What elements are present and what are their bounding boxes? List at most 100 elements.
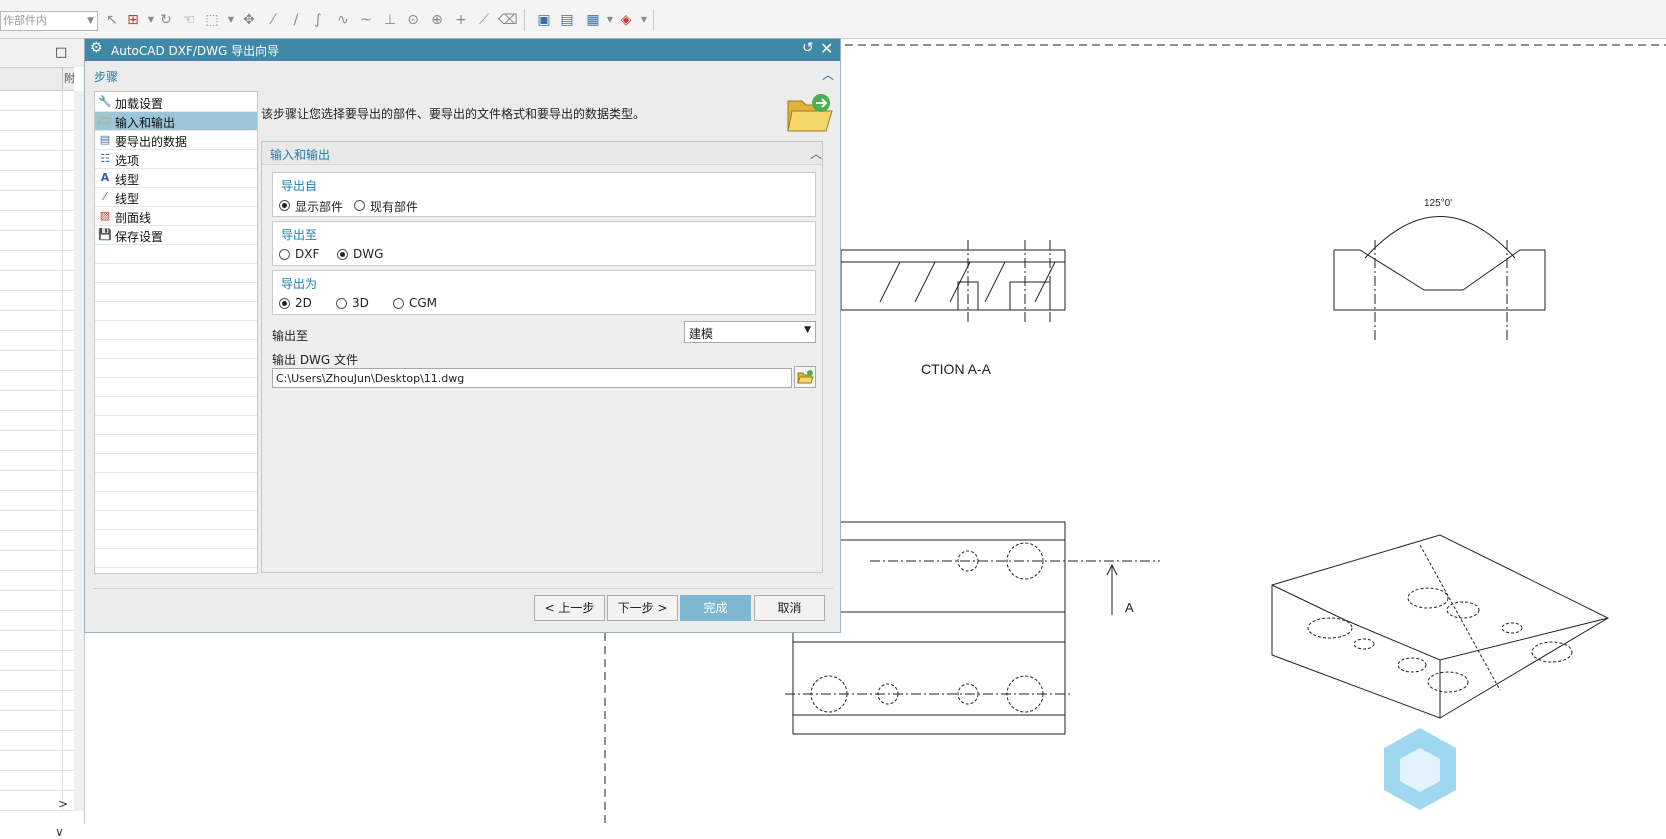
chevron-up-icon[interactable]: ︿	[822, 66, 834, 83]
close-icon[interactable]: ✕	[820, 39, 833, 58]
radio-label: DXF	[295, 247, 320, 261]
reset-icon[interactable]: ↺	[802, 40, 814, 56]
chevron-down-icon[interactable]: ▼	[635, 11, 653, 29]
chevron-up-icon[interactable]: ︿	[810, 145, 822, 162]
layer-icon[interactable]: ▦	[584, 11, 602, 29]
ribbon-strip	[0, 0, 1666, 4]
eraser-icon[interactable]: ⌫	[498, 11, 518, 29]
folder-icon: 🗁	[98, 114, 112, 127]
export-wizard-dialog: ⚙ AutoCAD DXF/DWG 导出向导 ↺ ✕ 步骤 ︿ 🔧 加载设置 🗁…	[84, 38, 841, 633]
chevron-right-icon[interactable]: >	[58, 797, 68, 811]
export-from-group: 导出自 显示部件 现有部件	[272, 172, 816, 217]
step-options[interactable]: ☷ 选项	[95, 150, 257, 169]
radio-label: 现有部件	[370, 200, 419, 214]
step-save-settings[interactable]: 💾 保存设置	[95, 226, 257, 245]
chevron-down-icon[interactable]: ▼	[222, 11, 240, 29]
folder-open-icon	[797, 370, 814, 384]
wrench-icon: 🔧	[98, 95, 112, 108]
dialog-title-bar[interactable]: ⚙ AutoCAD DXF/DWG 导出向导 ↺ ✕	[85, 39, 840, 61]
cancel-button[interactable]: 取消	[754, 595, 825, 621]
top-view	[785, 521, 1160, 735]
snap-point-icon[interactable]: ↖	[103, 11, 121, 29]
output-to-value: 建模	[689, 327, 714, 341]
chevron-down-icon[interactable]: ∨	[55, 825, 64, 839]
export-as-label: 导出为	[281, 277, 318, 291]
center-icon[interactable]: ⊕	[428, 11, 446, 29]
part-navigator: □ 附 > ∨	[0, 39, 85, 839]
navigator-scrollbar[interactable]	[74, 91, 84, 811]
back-button[interactable]: < 上一步	[534, 595, 605, 621]
export-to-label: 导出至	[281, 228, 318, 242]
step-linetype[interactable]: A 线型	[95, 169, 257, 188]
browse-button[interactable]	[794, 366, 816, 388]
column-divider[interactable]	[62, 67, 63, 89]
watermark-logo	[1384, 728, 1456, 810]
step-label: 加载设置	[115, 97, 164, 111]
radio-circle[interactable]	[337, 249, 348, 260]
line-icon[interactable]: ⁄	[264, 11, 282, 29]
cross-icon[interactable]: +	[452, 11, 470, 29]
steps-list: 🔧 加载设置 🗁 输入和输出 ▤ 要导出的数据 ☷ 选项 A 线型 ⁄ 线型 ▨…	[95, 93, 257, 245]
output-file-label: 输出 DWG 文件	[272, 353, 359, 367]
finish-button[interactable]: 完成	[680, 595, 751, 621]
export-from-label: 导出自	[281, 179, 318, 193]
section-header[interactable]: 输入和输出 ︿	[262, 142, 822, 165]
toolbar-separator	[524, 9, 525, 31]
view-section-icon[interactable]: ▤	[558, 11, 576, 29]
input-output-section: 输入和输出 ︿ 导出自 显示部件 现有部件 导出至 DXF DWG 导出为 2D…	[261, 141, 823, 573]
chevron-down-icon[interactable]: ▼	[87, 12, 94, 30]
slash-icon[interactable]: ⟋	[475, 11, 493, 29]
step-input-output[interactable]: 🗁 输入和输出	[95, 112, 257, 131]
step-line[interactable]: ⁄ 线型	[95, 188, 257, 207]
step-hatch[interactable]: ▨ 剖面线	[95, 207, 257, 226]
step-label: 线型	[115, 173, 140, 187]
dialog-title: AutoCAD DXF/DWG 导出向导	[111, 44, 280, 58]
curve-icon[interactable]: ~	[357, 11, 375, 29]
hatch-icon: ▨	[99, 209, 111, 222]
section-label: CTION A-A	[921, 361, 992, 377]
maximize-icon[interactable]: □	[55, 45, 67, 60]
output-file-input[interactable]	[272, 368, 792, 388]
steps-empty-rows	[95, 245, 257, 573]
display-icon[interactable]: ◈	[617, 11, 635, 29]
options-icon: ☷	[100, 152, 110, 165]
step-label: 输入和输出	[115, 116, 176, 130]
line-icon: ⁄	[104, 190, 106, 203]
chevron-down-icon[interactable]: ▼	[804, 325, 811, 335]
point-icon[interactable]: ⊥	[381, 11, 399, 29]
snap-options-icon[interactable]: ⊞	[124, 11, 142, 29]
step-label: 线型	[115, 192, 140, 206]
next-button[interactable]: 下一步 >	[607, 595, 678, 621]
export-as-group: 导出为 2D 3D CGM	[272, 270, 816, 315]
step-label: 剖面线	[115, 211, 152, 225]
rotate-icon[interactable]: ↻	[157, 11, 175, 29]
radio-circle[interactable]	[393, 298, 404, 309]
save-icon: 💾	[98, 228, 112, 241]
radio-circle[interactable]	[279, 200, 290, 211]
radio-circle[interactable]	[279, 298, 290, 309]
export-to-group: 导出至 DXF DWG	[272, 221, 816, 266]
output-to-select[interactable]: 建模 ▼	[684, 321, 816, 343]
circle-icon[interactable]: ⊙	[404, 11, 422, 29]
step-intro-text: 该步骤让您选择要导出的部件、要导出的文件格式和要导出的数据类型。	[261, 107, 646, 121]
selection-filter-combo[interactable]: 作部件内 ▼	[0, 11, 98, 31]
steps-header[interactable]: 步骤 ︿	[85, 61, 840, 89]
step-data-to-export[interactable]: ▤ 要导出的数据	[95, 131, 257, 150]
top-toolbar: 作部件内 ▼ ↖ ⊞ ▼ ↻ ☜ ⬚ ▼ ✥ ⁄ / ∫ ∿ ~ ⊥ ⊙ ⊕ +…	[0, 0, 1666, 39]
step-load-settings[interactable]: 🔧 加载设置	[95, 93, 257, 112]
section-view	[840, 240, 1066, 325]
move-icon[interactable]: ✥	[240, 11, 258, 29]
radio-circle[interactable]	[279, 249, 290, 260]
arc-icon[interactable]: ∫	[309, 11, 327, 29]
radio-circle[interactable]	[336, 298, 347, 309]
steps-panel: 🔧 加载设置 🗁 输入和输出 ▤ 要导出的数据 ☷ 选项 A 线型 ⁄ 线型 ▨…	[94, 91, 258, 574]
line-2-icon[interactable]: /	[287, 11, 305, 29]
view-fit-icon[interactable]: ▣	[535, 11, 553, 29]
spline-icon[interactable]: ∿	[334, 11, 352, 29]
step-label: 保存设置	[115, 230, 164, 244]
navigator-column-label: 附	[64, 72, 75, 85]
box-select-icon[interactable]: ⬚	[203, 11, 221, 29]
quick-pick-icon[interactable]: ☜	[180, 11, 198, 29]
radio-label: 显示部件	[295, 200, 344, 214]
radio-circle[interactable]	[354, 200, 365, 211]
